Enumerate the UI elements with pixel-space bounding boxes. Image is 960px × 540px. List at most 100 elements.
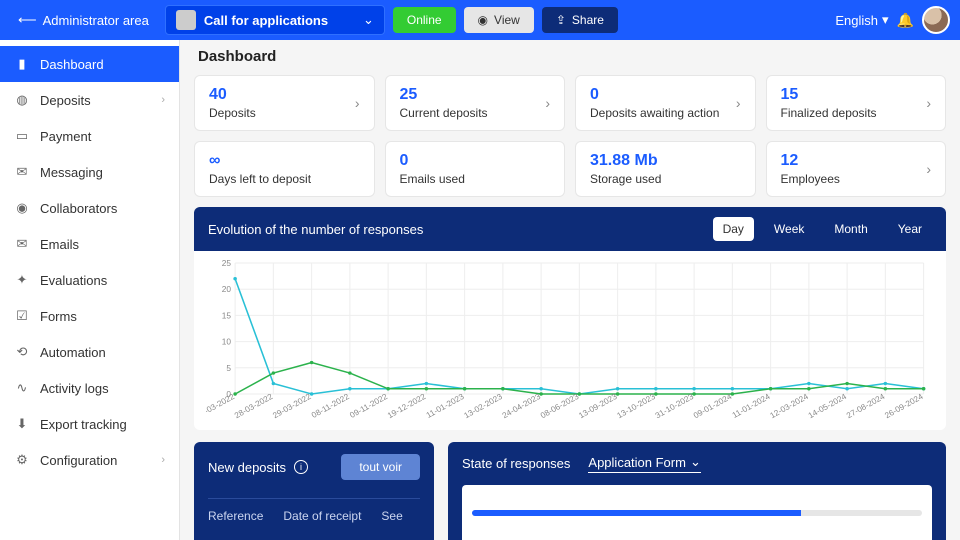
user-avatar[interactable]: [922, 6, 950, 34]
sidebar-item-evaluations[interactable]: ✦Evaluations: [0, 262, 179, 298]
svg-text:20: 20: [222, 285, 232, 294]
sidebar-label: Dashboard: [40, 57, 104, 72]
progress-label: Team Members: [472, 528, 562, 540]
view-button[interactable]: ◉View: [464, 7, 534, 33]
language-selector[interactable]: English▾: [835, 12, 888, 28]
stat-employees[interactable]: 12Employees›: [766, 141, 947, 197]
eye-icon: ◉: [478, 13, 488, 27]
form-selector-label: Application Form: [588, 455, 686, 470]
svg-text:14-05-2024: 14-05-2024: [807, 392, 849, 420]
sidebar-item-export-tracking[interactable]: ⬇Export tracking: [0, 406, 179, 442]
share-button[interactable]: ⇪Share: [542, 7, 618, 33]
svg-text:09-11-2022: 09-11-2022: [348, 392, 389, 420]
sidebar-label: Forms: [40, 309, 77, 324]
stat-value: 12: [781, 152, 840, 170]
svg-text:11-01-2023: 11-01-2023: [425, 392, 466, 420]
svg-text:13-02-2023: 13-02-2023: [462, 392, 504, 420]
sidebar: ▮ Dashboard ◍Deposits›▭Payment✉Messaging ◉ C…: [0, 40, 180, 540]
stat-value: 40: [209, 86, 256, 104]
stat-value: ∞: [209, 152, 311, 170]
sidebar-label: Messaging: [40, 165, 103, 180]
period-tab-week[interactable]: Week: [764, 217, 814, 241]
period-tab-day[interactable]: Day: [713, 217, 754, 241]
state-title: State of responses: [462, 456, 570, 471]
progress-bar: [472, 510, 922, 516]
stat-finalized-deposits[interactable]: 15 Finalized deposits ›: [766, 75, 947, 131]
svg-text:24-04-2023: 24-04-2023: [501, 392, 543, 420]
sidebar-item-dashboard[interactable]: ▮ Dashboard: [0, 46, 179, 82]
progress-row-informations: Informations29/40: [462, 491, 932, 524]
see-all-button[interactable]: tout voir: [341, 454, 420, 480]
online-label: Online: [407, 13, 442, 27]
stat-current-deposits[interactable]: 25Current deposits›: [385, 75, 566, 131]
arrow-left-icon: ⟵: [18, 12, 37, 28]
stat-value: 31.88 Mb: [590, 152, 661, 170]
sidebar-item-activity-logs[interactable]: ∿Activity logs: [0, 370, 179, 406]
back-to-admin[interactable]: ⟵ Administrator area: [10, 7, 157, 33]
svg-text:5: 5: [226, 364, 231, 373]
sidebar-label: Emails: [40, 237, 79, 252]
period-tabs: Day Week Month Year: [713, 217, 932, 241]
deposits-col-reference: Reference: [208, 509, 263, 523]
notifications-icon[interactable]: 🔔: [897, 12, 914, 29]
chevron-right-icon: ›: [161, 94, 165, 106]
stat-label: Deposits: [209, 106, 256, 120]
svg-text:31-10-2023: 31-10-2023: [654, 392, 696, 420]
sidebar-item-collaborators[interactable]: ◉ Collaborators: [0, 190, 179, 226]
sidebar-item-emails[interactable]: ✉Emails: [0, 226, 179, 262]
svg-text:08-06-2023: 08-06-2023: [539, 392, 581, 420]
share-label: Share: [572, 13, 604, 27]
sidebar-item-automation[interactable]: ⟲Automation: [0, 334, 179, 370]
stat-label: Finalized deposits: [781, 106, 877, 120]
context-avatar: [176, 10, 196, 30]
new-deposits-title: New deposits: [208, 460, 286, 475]
sidebar-item-payment[interactable]: ▭Payment: [0, 118, 179, 154]
svg-text:13-09-2023: 13-09-2023: [577, 392, 619, 420]
sidebar-icon: ∿: [14, 380, 30, 396]
context-selector[interactable]: Call for applications ⌄: [165, 5, 385, 35]
form-selector[interactable]: Application Form ⌄: [588, 454, 700, 473]
stat-value: 25: [400, 86, 488, 104]
stat-label: Storage used: [590, 172, 661, 186]
sidebar-item-forms[interactable]: ☑ Forms: [0, 298, 179, 334]
svg-text:17-03-2022: 17-03-2022: [206, 392, 237, 420]
sidebar-icon: ✦: [14, 272, 30, 288]
responses-line-chart: 051015202517-03-202228-03-202229-03-2022…: [206, 257, 934, 422]
progress-row-team-members: Team Members27/40: [462, 524, 932, 540]
sidebar-item-deposits[interactable]: ◍Deposits›: [0, 82, 179, 118]
responses-chart-card: Evolution of the number of responses Day…: [194, 207, 946, 430]
sidebar-icon: ▮: [14, 56, 30, 72]
stat-value: 15: [781, 86, 877, 104]
stat-deposits[interactable]: 40 Deposits ›: [194, 75, 375, 131]
sidebar-icon: ☑: [14, 308, 30, 324]
svg-text:26-09-2024: 26-09-2024: [883, 392, 925, 420]
stat-deposits-awaiting-action[interactable]: 0Deposits awaiting action›: [575, 75, 756, 131]
chevron-right-icon: ›: [926, 95, 931, 111]
stat-label: Days left to deposit: [209, 172, 311, 186]
stat-label: Employees: [781, 172, 840, 186]
chevron-right-icon: ›: [736, 95, 741, 111]
svg-text:08-11-2022: 08-11-2022: [310, 392, 351, 420]
online-status-button[interactable]: Online: [393, 7, 456, 33]
sidebar-label: Automation: [40, 345, 106, 360]
chevron-right-icon: ›: [545, 95, 550, 111]
svg-text:25: 25: [222, 259, 232, 268]
deposits-col-date-of-receipt: Date of receipt: [283, 509, 361, 523]
sidebar-icon: ◉: [14, 200, 30, 216]
stat-emails-used: 0Emails used: [385, 141, 566, 197]
sidebar-item-configuration[interactable]: ⚙Configuration›: [0, 442, 179, 478]
sidebar-label: Export tracking: [40, 417, 127, 432]
chevron-right-icon: ›: [355, 95, 360, 111]
period-tab-month[interactable]: Month: [824, 217, 877, 241]
sidebar-item-messaging[interactable]: ✉Messaging: [0, 154, 179, 190]
state-of-responses-panel: State of responses Application Form ⌄ In…: [448, 442, 946, 540]
sidebar-label: Collaborators: [40, 201, 117, 216]
stat-storage-used: 31.88 Mb Storage used: [575, 141, 756, 197]
svg-text:27-08-2024: 27-08-2024: [845, 392, 887, 420]
page-title: Dashboard: [198, 48, 946, 65]
svg-text:19-12-2022: 19-12-2022: [386, 392, 428, 420]
svg-text:11-01-2024: 11-01-2024: [731, 392, 772, 420]
stat-days-left-to-deposit: ∞ Days left to deposit: [194, 141, 375, 197]
period-tab-year[interactable]: Year: [888, 217, 932, 241]
info-icon[interactable]: i: [294, 460, 308, 474]
